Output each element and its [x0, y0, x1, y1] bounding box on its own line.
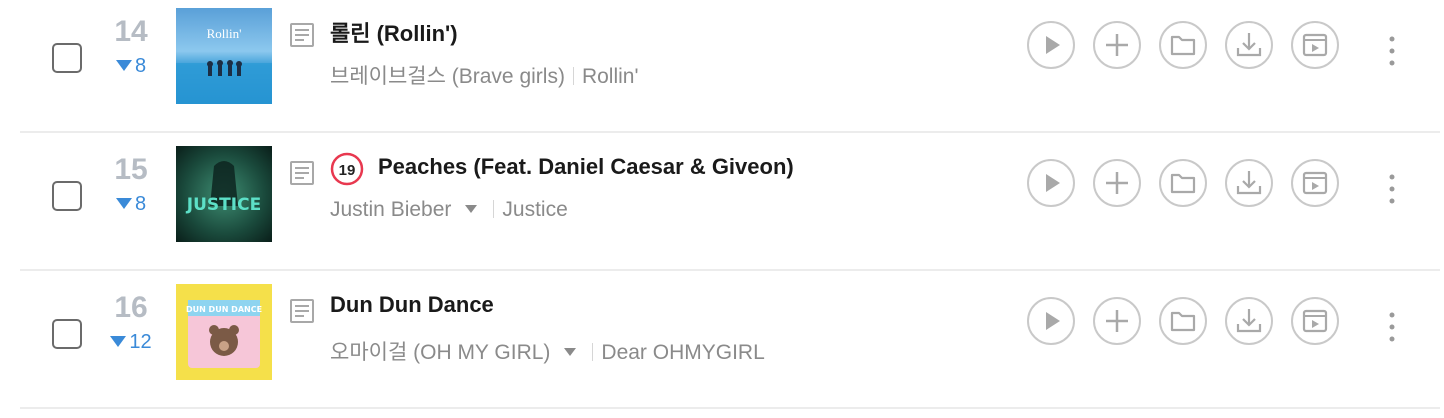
- play-icon[interactable]: [1026, 158, 1076, 208]
- cover-title: Rollin': [207, 26, 242, 41]
- rank-change-value: 8: [134, 55, 147, 77]
- rank-change-value: 8: [134, 193, 147, 215]
- select-checkbox[interactable]: [52, 43, 82, 73]
- song-meta: 브레이브걸스 (Brave girls) Rollin': [330, 60, 638, 90]
- chart-row: 16 12 DUN DUN DANCE Dun Dun Dance 오마이걸 (…: [0, 269, 1444, 407]
- rank-change-value: 12: [129, 331, 152, 353]
- age-badge-label: 19: [339, 162, 356, 179]
- lyrics-icon[interactable]: [288, 297, 316, 325]
- album-link[interactable]: Dear OHMYGIRL: [601, 341, 764, 364]
- add-icon[interactable]: [1092, 296, 1142, 346]
- artist-link[interactable]: 브레이브걸스 (Brave girls): [330, 65, 565, 88]
- download-icon[interactable]: [1224, 296, 1274, 346]
- song-title[interactable]: 롤린 (Rollin'): [330, 16, 458, 48]
- add-icon[interactable]: [1092, 20, 1142, 70]
- artist-dropdown-icon[interactable]: [465, 205, 478, 213]
- song-meta: 오마이걸 (OH MY GIRL) Dear OHMYGIRL: [330, 336, 765, 366]
- rank-change: 12: [98, 331, 164, 354]
- row-divider: [20, 407, 1440, 409]
- rank-down-icon: [115, 60, 132, 71]
- album-cover[interactable]: Rollin': [176, 8, 272, 104]
- folder-icon[interactable]: [1158, 20, 1208, 70]
- divider: [493, 200, 495, 218]
- song-meta: Justin Bieber Justice: [330, 198, 568, 222]
- play-icon[interactable]: [1026, 20, 1076, 70]
- music-video-icon[interactable]: [1290, 20, 1340, 70]
- age-restriction-icon: 19: [330, 152, 364, 186]
- artist-dropdown-icon[interactable]: [564, 348, 577, 356]
- rank-number: 14: [114, 15, 148, 48]
- song-title[interactable]: Peaches (Feat. Daniel Caesar & Giveon): [378, 154, 794, 180]
- rank-number: 15: [114, 153, 148, 186]
- cover-title: JUSTICE: [186, 195, 261, 215]
- download-icon[interactable]: [1224, 20, 1274, 70]
- chart-list: 14 8 Rollin' 롤린 (Rollin') 브레이브걸스 (Brave …: [0, 0, 1444, 418]
- chart-row: 14 8 Rollin' 롤린 (Rollin') 브레이브걸스 (Brave …: [0, 0, 1444, 131]
- play-icon[interactable]: [1026, 296, 1076, 346]
- rank-change: 8: [98, 55, 164, 78]
- more-options-icon[interactable]: [1380, 31, 1404, 71]
- download-icon[interactable]: [1224, 158, 1274, 208]
- rank-number: 16: [114, 291, 148, 324]
- artist-link[interactable]: Justin Bieber: [330, 198, 451, 221]
- select-checkbox[interactable]: [52, 181, 82, 211]
- folder-icon[interactable]: [1158, 158, 1208, 208]
- rank-change: 8: [98, 193, 164, 216]
- music-video-icon[interactable]: [1290, 158, 1340, 208]
- divider: [592, 343, 594, 361]
- artist-link[interactable]: 오마이걸 (OH MY GIRL): [330, 341, 550, 364]
- album-cover[interactable]: DUN DUN DANCE: [176, 284, 272, 380]
- lyrics-icon[interactable]: [288, 21, 316, 49]
- album-link[interactable]: Rollin': [582, 65, 639, 88]
- divider: [572, 67, 574, 85]
- album-link[interactable]: Justice: [502, 198, 567, 221]
- rank-down-icon: [110, 336, 127, 347]
- music-video-icon[interactable]: [1290, 296, 1340, 346]
- lyrics-icon[interactable]: [288, 159, 316, 187]
- cover-title: DUN DUN DANCE: [186, 305, 262, 314]
- folder-icon[interactable]: [1158, 296, 1208, 346]
- rank-down-icon: [115, 198, 132, 209]
- more-options-icon[interactable]: [1380, 169, 1404, 209]
- song-title[interactable]: Dun Dun Dance: [330, 292, 494, 318]
- more-options-icon[interactable]: [1380, 307, 1404, 347]
- album-cover[interactable]: JUSTICE: [176, 146, 272, 242]
- select-checkbox[interactable]: [52, 319, 82, 349]
- chart-row: 15 8 JUSTICE 19 Peaches (Feat. Daniel Ca…: [0, 131, 1444, 269]
- add-icon[interactable]: [1092, 158, 1142, 208]
